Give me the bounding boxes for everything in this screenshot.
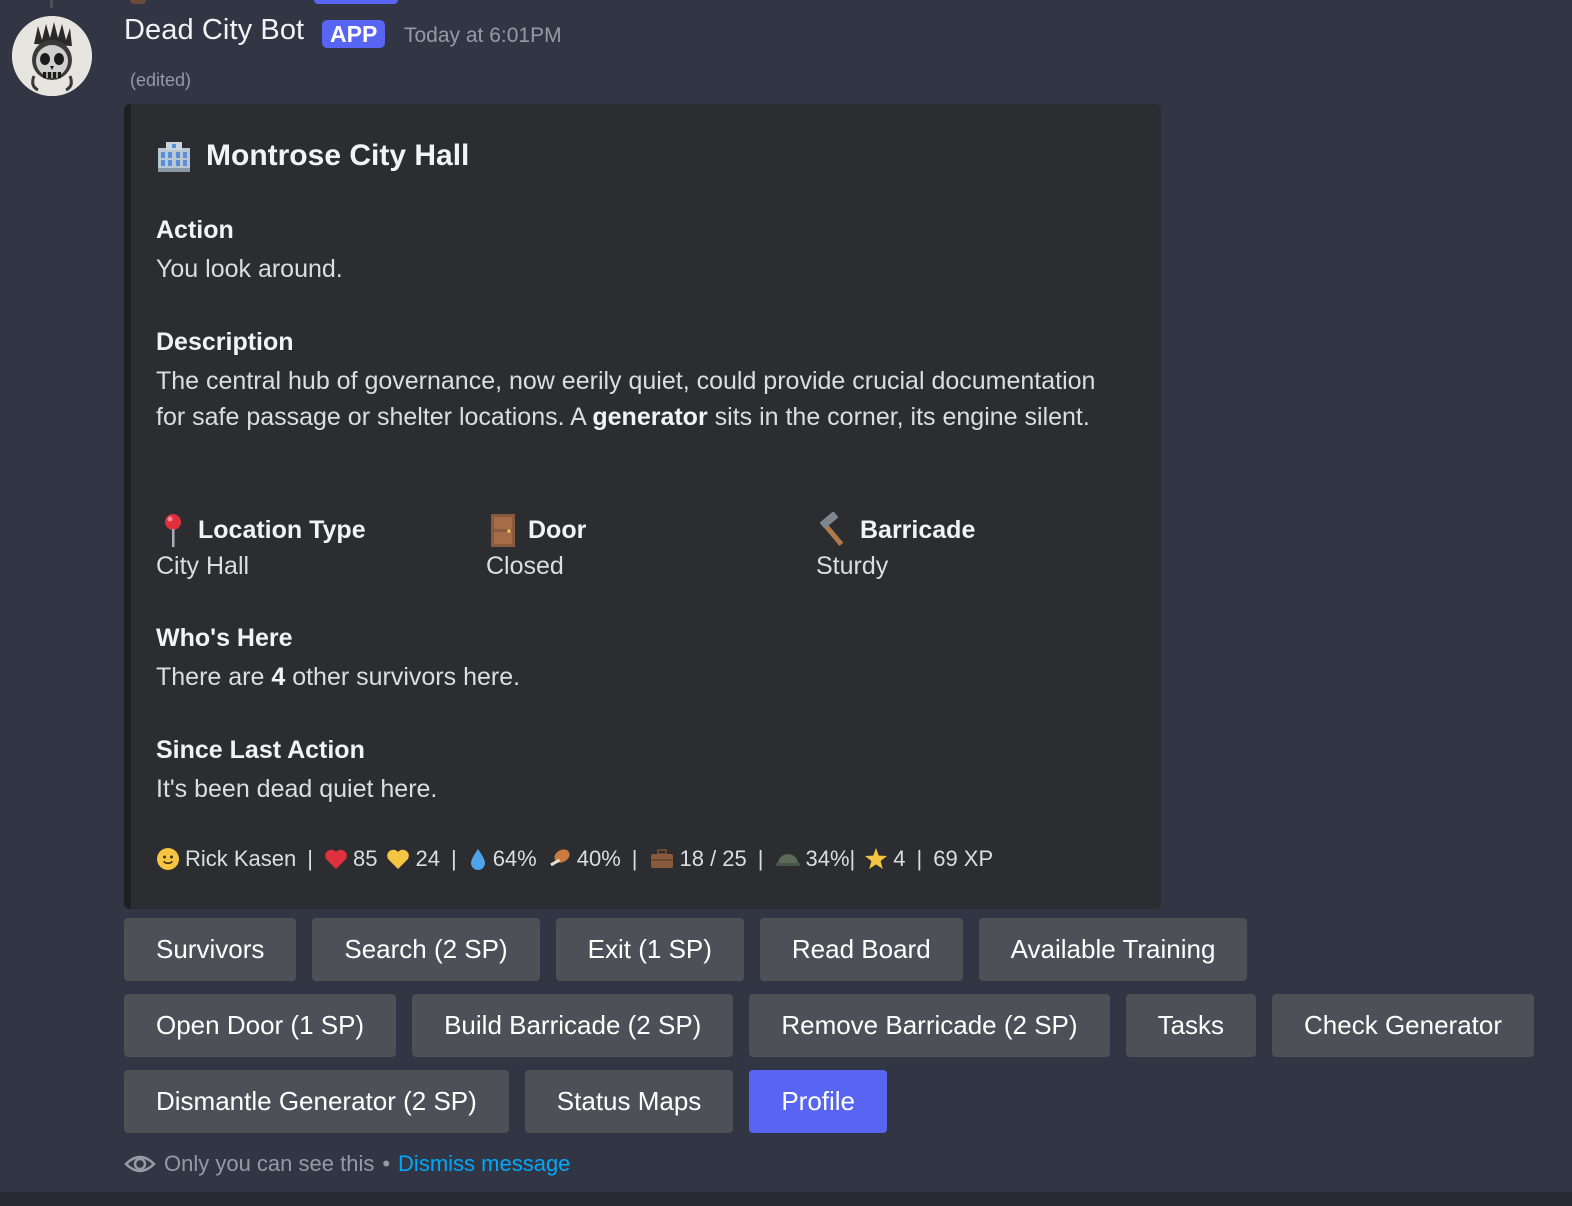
- barricade-value: Sturdy: [816, 552, 889, 580]
- bot-avatar[interactable]: [12, 16, 92, 96]
- since-last-action-label: Since Last Action: [156, 736, 365, 764]
- location-stats-row: Location Type City Hall Door Closed Barr…: [156, 512, 1146, 592]
- composer-edge: [0, 1192, 1572, 1206]
- ephemeral-dot: •: [382, 1151, 391, 1176]
- description-field: Description The central hub of governanc…: [156, 328, 1116, 435]
- helmet-icon: [775, 854, 800, 866]
- smiley-icon: [157, 848, 179, 870]
- city-hall-icon: [158, 142, 190, 172]
- action-field: Action You look around.: [156, 216, 343, 287]
- food-icon: [549, 849, 570, 867]
- barricade-label: Barricade: [860, 515, 976, 544]
- since-last-action-value: It's been dead quiet here.: [156, 775, 438, 803]
- star-icon: [865, 848, 888, 869]
- reply-connector: [50, 0, 53, 8]
- location-type-value: City Hall: [156, 552, 250, 580]
- water-value: 64%: [492, 846, 537, 871]
- remove-barricade-button[interactable]: Remove Barricade (2 SP): [749, 994, 1110, 1057]
- armor-value: 34%|: [805, 846, 856, 871]
- location-type-label: Location Type: [198, 515, 366, 544]
- location-name: Montrose City Hall: [206, 139, 470, 172]
- level-value: 4: [893, 846, 906, 871]
- survivor-count: 4: [271, 663, 286, 691]
- eye-icon: [124, 1155, 156, 1173]
- since-last-action-field: Since Last Action It's been dead quiet h…: [156, 736, 437, 807]
- droplet-icon: [470, 849, 485, 870]
- author-name[interactable]: Dead City Bot: [124, 14, 304, 47]
- description-value: The central hub of governance, now eeril…: [156, 363, 1116, 435]
- message-timestamp[interactable]: Today at 6:01PM: [404, 24, 562, 48]
- footer-separator: |: [450, 846, 457, 871]
- action-points-value: 24: [415, 846, 440, 871]
- description-highlight: generator: [592, 403, 708, 431]
- food-value: 40%: [576, 846, 621, 871]
- description-label: Description: [156, 328, 294, 356]
- survivors-button[interactable]: Survivors: [124, 918, 297, 981]
- door-icon: [491, 514, 515, 547]
- location-embed: Montrose City Hall Action You look aroun…: [124, 104, 1161, 909]
- inventory-value: 18 / 25: [679, 846, 747, 871]
- edited-label: (edited): [130, 70, 192, 90]
- reply-badge-fragment: [314, 0, 398, 4]
- footer-separator: |: [631, 846, 638, 871]
- door-label: Door: [528, 515, 587, 544]
- player-name: Rick Kasen: [185, 846, 297, 871]
- whos-here-label: Who's Here: [156, 624, 293, 652]
- health-value: 85: [353, 846, 378, 871]
- app-badge: APP: [322, 20, 386, 48]
- whos-here-text-start: There are: [156, 663, 272, 691]
- whos-here-text-end: other survivors here.: [285, 663, 521, 691]
- heart-icon: [325, 849, 347, 869]
- embed-footer: Rick Kasen | 85 24 | 64% 40% | 18 / 25 |…: [156, 846, 993, 872]
- dismiss-message-link[interactable]: Dismiss message: [398, 1151, 570, 1177]
- dismantle-generator-button[interactable]: Dismantle Generator (2 SP): [124, 1070, 509, 1133]
- hammer-icon: [819, 512, 844, 547]
- footer-separator: |: [307, 846, 313, 871]
- open-door-button[interactable]: Open Door (1 SP): [124, 994, 397, 1057]
- whos-here-value: There are 4 other survivors here.: [156, 659, 520, 695]
- skull-icon: [12, 16, 92, 96]
- briefcase-icon: [650, 849, 673, 868]
- yellow-heart-icon: [387, 849, 410, 869]
- action-value: You look around.: [156, 255, 343, 283]
- search-button[interactable]: Search (2 SP): [312, 918, 540, 981]
- check-generator-button[interactable]: Check Generator: [1272, 994, 1535, 1057]
- profile-button[interactable]: Profile: [749, 1070, 888, 1133]
- chat-page: Dead City Bot APP Today at 6:01PM (edite…: [0, 0, 1572, 1206]
- door-field: Door Closed: [486, 512, 586, 584]
- footer-separator: |: [916, 846, 923, 871]
- description-text-end: sits in the corner, its engine silent.: [707, 403, 1090, 431]
- action-label: Action: [156, 216, 234, 244]
- location-type-field: Location Type City Hall: [156, 512, 366, 584]
- available-training-button[interactable]: Available Training: [978, 918, 1248, 981]
- build-barricade-button[interactable]: Build Barricade (2 SP): [412, 994, 734, 1057]
- pin-icon: [165, 514, 181, 547]
- whos-here-field: Who's Here There are 4 other survivors h…: [156, 624, 520, 695]
- xp-value: 69 XP: [933, 846, 994, 871]
- exit-button[interactable]: Exit (1 SP): [555, 918, 744, 981]
- button-row-3: Dismantle Generator (2 SP) Status Maps P…: [124, 1070, 888, 1133]
- tasks-button[interactable]: Tasks: [1125, 994, 1257, 1057]
- door-value: Closed: [486, 552, 564, 580]
- ephemeral-text: Only you can see this: [164, 1151, 375, 1176]
- status-maps-button[interactable]: Status Maps: [524, 1070, 734, 1133]
- reply-avatar-fragment: [130, 0, 146, 4]
- read-board-button[interactable]: Read Board: [759, 918, 963, 981]
- embed-accent-bar: [124, 104, 131, 909]
- ephemeral-notice: Only you can see this • Dismiss message: [124, 1150, 570, 1178]
- button-row-1: Survivors Search (2 SP) Exit (1 SP) Read…: [124, 918, 1248, 981]
- barricade-field: Barricade Sturdy: [816, 512, 975, 584]
- button-row-2: Open Door (1 SP) Build Barricade (2 SP) …: [124, 994, 1535, 1057]
- embed-title: Montrose City Hall: [156, 138, 469, 174]
- footer-separator: |: [757, 846, 764, 871]
